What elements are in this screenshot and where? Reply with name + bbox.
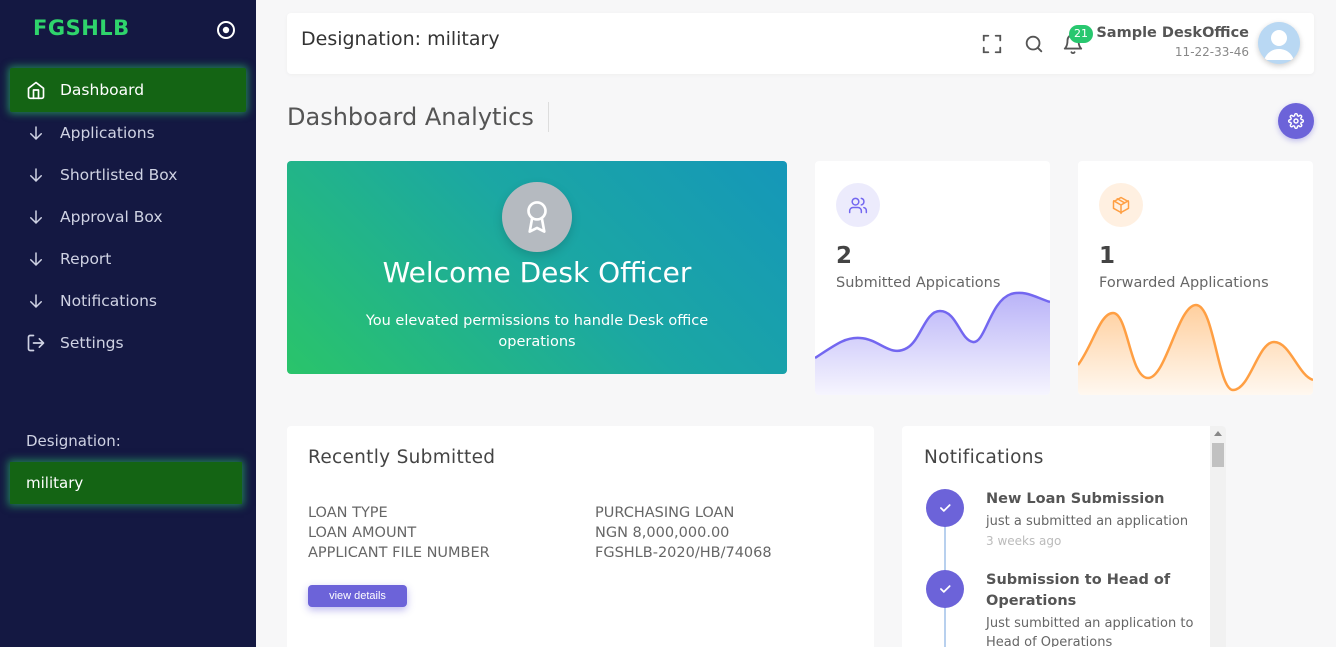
sidebar-item-applications[interactable]: Applications bbox=[10, 112, 246, 154]
scroll-up-icon[interactable] bbox=[1214, 431, 1222, 436]
users-icon bbox=[836, 183, 880, 227]
logout-icon bbox=[26, 333, 46, 353]
view-details-button[interactable]: view details bbox=[308, 585, 407, 607]
designation-label: Designation: bbox=[26, 432, 121, 450]
avatar[interactable] bbox=[1258, 22, 1300, 64]
detail-keys: LOAN TYPE LOAN AMOUNT APPLICANT FILE NUM… bbox=[308, 503, 490, 563]
designation-value[interactable]: military bbox=[10, 462, 242, 504]
user-avatar-icon bbox=[1258, 22, 1300, 64]
settings-button[interactable] bbox=[1278, 103, 1314, 139]
home-icon bbox=[26, 80, 46, 100]
arrow-down-icon bbox=[26, 165, 46, 185]
award-icon bbox=[502, 182, 572, 252]
stat-card-submitted: 2 Submitted Appications bbox=[815, 161, 1050, 395]
stat-card-forwarded: 1 Forwarded Applications bbox=[1078, 161, 1313, 395]
gear-icon bbox=[1288, 113, 1304, 129]
sidebar-item-dashboard[interactable]: Dashboard bbox=[10, 68, 246, 112]
card-title: Recently Submitted bbox=[308, 447, 496, 468]
notification-badge: 21 bbox=[1069, 25, 1093, 43]
arrow-down-icon bbox=[26, 207, 46, 227]
arrow-down-icon bbox=[26, 123, 46, 143]
scrollbar-thumb[interactable] bbox=[1212, 443, 1224, 467]
sidebar-item-label: Settings bbox=[60, 334, 124, 352]
notification-time: 3 weeks ago bbox=[986, 534, 1062, 548]
notification-desc: Just sumbitted an application to Head of… bbox=[986, 616, 1194, 647]
sidebar-item-label: Report bbox=[60, 250, 112, 268]
notification-title[interactable]: New Loan Submission bbox=[986, 489, 1196, 510]
sidebar-nav: Dashboard Applications Shortlisted Box A… bbox=[0, 68, 256, 364]
submitted-sparkline bbox=[815, 291, 1050, 395]
detail-values: PURCHASING LOAN NGN 8,000,000.00 FGSHLB-… bbox=[595, 503, 772, 563]
sidebar-item-settings[interactable]: Settings bbox=[10, 322, 246, 364]
header-title: Designation: military bbox=[301, 28, 500, 50]
detail-key: LOAN TYPE bbox=[308, 505, 388, 521]
fullscreen-icon[interactable] bbox=[981, 33, 1003, 55]
sidebar-item-label: Dashboard bbox=[60, 81, 145, 99]
sidebar-item-label: Approval Box bbox=[60, 208, 163, 226]
detail-value: NGN 8,000,000.00 bbox=[595, 525, 730, 541]
sidebar-item-label: Shortlisted Box bbox=[60, 166, 178, 184]
recently-submitted-card: Recently Submitted LOAN TYPE LOAN AMOUNT… bbox=[287, 426, 874, 647]
sidebar-toggle-icon[interactable] bbox=[216, 20, 236, 40]
top-header: Designation: military 21 Sample DeskOffi… bbox=[287, 13, 1314, 74]
sidebar-item-approval-box[interactable]: Approval Box bbox=[10, 196, 246, 238]
welcome-card: Welcome Desk Officer You elevated permis… bbox=[287, 161, 787, 374]
search-icon[interactable] bbox=[1023, 33, 1045, 55]
sidebar-item-label: Notifications bbox=[60, 292, 158, 310]
sidebar-item-label: Applications bbox=[60, 124, 155, 142]
user-id: 11-22-33-46 bbox=[1174, 45, 1249, 59]
notification-title[interactable]: Submission to Head of Operations bbox=[986, 570, 1196, 612]
brand-logo[interactable]: FGSHLB bbox=[33, 16, 130, 40]
arrow-down-icon bbox=[26, 291, 46, 311]
card-title: Notifications bbox=[924, 447, 1044, 468]
detail-value: FGSHLB-2020/HB/74068 bbox=[595, 545, 772, 561]
check-icon bbox=[926, 570, 964, 608]
notifications-card: Notifications New Loan Submission just a… bbox=[902, 426, 1226, 647]
detail-key: LOAN AMOUNT bbox=[308, 525, 417, 541]
forwarded-sparkline bbox=[1078, 303, 1313, 395]
stat-value: 2 bbox=[836, 243, 853, 269]
arrow-down-icon bbox=[26, 249, 46, 269]
welcome-message: You elevated permissions to handle Desk … bbox=[365, 313, 709, 350]
sidebar-item-report[interactable]: Report bbox=[10, 238, 246, 280]
sidebar-item-notifications[interactable]: Notifications bbox=[10, 280, 246, 322]
welcome-title: Welcome Desk Officer bbox=[382, 256, 692, 289]
notification-desc: just a submitted an application bbox=[986, 514, 1189, 529]
page-title: Dashboard Analytics bbox=[287, 102, 549, 132]
check-icon bbox=[926, 489, 964, 527]
detail-value: PURCHASING LOAN bbox=[595, 505, 735, 521]
scrollbar[interactable] bbox=[1210, 426, 1226, 647]
sidebar-item-shortlisted-box[interactable]: Shortlisted Box bbox=[10, 154, 246, 196]
package-icon bbox=[1099, 183, 1143, 227]
stat-value: 1 bbox=[1099, 243, 1116, 269]
detail-key: APPLICANT FILE NUMBER bbox=[308, 545, 490, 561]
sidebar: FGSHLB Dashboard Applications Shortliste… bbox=[0, 0, 256, 647]
user-name[interactable]: Sample DeskOffice bbox=[1096, 25, 1249, 41]
